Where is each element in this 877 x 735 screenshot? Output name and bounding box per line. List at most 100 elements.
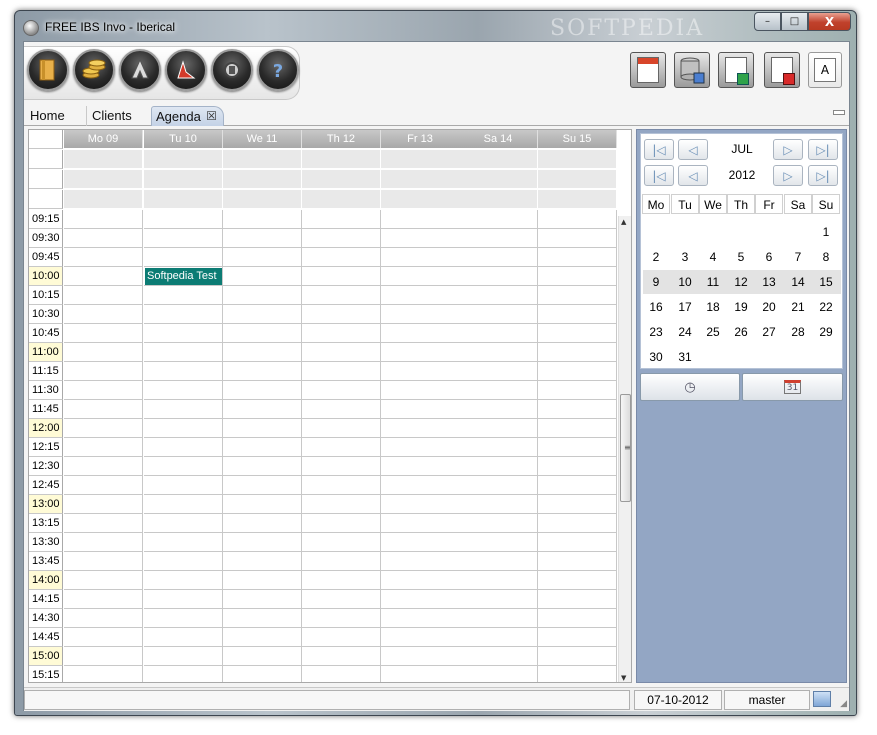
time-slot[interactable] xyxy=(381,533,460,552)
time-slot[interactable] xyxy=(144,343,223,362)
time-slot[interactable] xyxy=(302,229,381,248)
calendar-day[interactable]: 18 xyxy=(699,296,727,318)
time-slot[interactable] xyxy=(381,514,460,533)
time-slot[interactable] xyxy=(538,229,617,248)
time-slot[interactable] xyxy=(302,495,381,514)
text-button[interactable]: A xyxy=(808,52,842,88)
time-slot[interactable] xyxy=(64,666,143,682)
calendar-day[interactable]: 21 xyxy=(784,296,812,318)
calendar-day[interactable]: 22 xyxy=(812,296,840,318)
calendar-day[interactable]: 10 xyxy=(671,271,699,293)
day-header[interactable]: Fr 13 xyxy=(381,130,460,148)
calendar-day[interactable]: 28 xyxy=(784,321,812,343)
time-slot[interactable] xyxy=(381,267,460,286)
collapse-button[interactable] xyxy=(833,110,845,115)
time-slot[interactable] xyxy=(459,305,538,324)
time-slot[interactable] xyxy=(302,419,381,438)
time-slot[interactable] xyxy=(223,229,302,248)
allday-cell[interactable] xyxy=(302,170,381,189)
calendar-day[interactable]: 11 xyxy=(699,271,727,293)
time-slot[interactable] xyxy=(459,362,538,381)
database-save-button[interactable] xyxy=(674,52,710,88)
time-slot[interactable] xyxy=(302,381,381,400)
time-slot[interactable] xyxy=(381,457,460,476)
time-slot[interactable] xyxy=(64,533,143,552)
calendar-day[interactable]: 13 xyxy=(755,271,783,293)
allday-cell[interactable] xyxy=(381,190,460,209)
allday-cell[interactable] xyxy=(381,150,460,169)
allday-cell[interactable] xyxy=(64,190,143,209)
calendar-day[interactable]: 30 xyxy=(642,346,670,368)
time-slot[interactable] xyxy=(64,457,143,476)
time-slot[interactable] xyxy=(381,495,460,514)
maximize-button[interactable]: □ xyxy=(781,12,808,31)
minimize-button[interactable]: – xyxy=(754,12,781,31)
close-button[interactable]: X xyxy=(808,12,851,31)
time-slot[interactable] xyxy=(223,324,302,343)
time-slot[interactable] xyxy=(144,381,223,400)
allday-cell[interactable] xyxy=(302,150,381,169)
time-slot[interactable] xyxy=(64,609,143,628)
calendar-day[interactable]: 4 xyxy=(699,246,727,268)
calendar-day[interactable]: 7 xyxy=(784,246,812,268)
time-slot[interactable] xyxy=(144,514,223,533)
time-slot[interactable] xyxy=(302,286,381,305)
time-slot[interactable] xyxy=(538,590,617,609)
allday-cell[interactable] xyxy=(459,150,538,169)
day-header[interactable]: Mo 09 xyxy=(64,130,143,148)
time-slot[interactable] xyxy=(302,590,381,609)
time-slot[interactable] xyxy=(459,248,538,267)
allday-cell[interactable] xyxy=(223,170,302,189)
calendar-day[interactable]: 16 xyxy=(642,296,670,318)
time-slot[interactable] xyxy=(144,533,223,552)
allday-cell[interactable] xyxy=(64,150,143,169)
first-month-button[interactable]: |◁ xyxy=(644,139,674,160)
time-slot[interactable] xyxy=(64,324,143,343)
time-slot[interactable] xyxy=(223,533,302,552)
time-slot[interactable] xyxy=(144,324,223,343)
time-slot[interactable] xyxy=(459,571,538,590)
time-slot[interactable] xyxy=(64,438,143,457)
time-slot[interactable] xyxy=(302,514,381,533)
scroll-up-icon[interactable]: ▲ xyxy=(621,218,626,226)
time-slot[interactable] xyxy=(459,381,538,400)
time-slot[interactable] xyxy=(381,210,460,229)
time-slot[interactable] xyxy=(223,381,302,400)
allday-cell[interactable] xyxy=(459,190,538,209)
next-year-button[interactable]: ▷ xyxy=(773,165,803,186)
allday-cell[interactable] xyxy=(144,150,223,169)
time-slot[interactable] xyxy=(538,400,617,419)
time-slot[interactable] xyxy=(144,609,223,628)
time-slot[interactable] xyxy=(64,343,143,362)
time-slot[interactable] xyxy=(144,552,223,571)
allday-cell[interactable] xyxy=(459,170,538,189)
time-slot[interactable] xyxy=(381,343,460,362)
allday-cell[interactable] xyxy=(223,190,302,209)
time-slot[interactable] xyxy=(302,647,381,666)
time-slot[interactable] xyxy=(459,400,538,419)
time-slot[interactable] xyxy=(538,419,617,438)
time-slot[interactable] xyxy=(223,248,302,267)
time-slot[interactable] xyxy=(538,476,617,495)
time-slot[interactable] xyxy=(64,381,143,400)
time-slot[interactable] xyxy=(64,248,143,267)
time-slot[interactable] xyxy=(538,438,617,457)
time-slot[interactable] xyxy=(223,552,302,571)
tab-agenda[interactable]: Agenda ☒ xyxy=(151,106,224,126)
calendar-day[interactable]: 25 xyxy=(699,321,727,343)
time-slot[interactable] xyxy=(381,438,460,457)
calendar-day[interactable]: 2 xyxy=(642,246,670,268)
allday-cell[interactable] xyxy=(64,170,143,189)
time-slot[interactable] xyxy=(459,343,538,362)
time-slot[interactable] xyxy=(459,286,538,305)
allday-cell[interactable] xyxy=(538,190,617,209)
last-year-button[interactable]: ▷| xyxy=(808,165,838,186)
time-slot[interactable] xyxy=(223,210,302,229)
calendar-day[interactable]: 5 xyxy=(727,246,755,268)
tools-button[interactable] xyxy=(211,49,253,91)
time-slot[interactable] xyxy=(302,362,381,381)
time-slot[interactable] xyxy=(459,628,538,647)
time-slot[interactable] xyxy=(223,571,302,590)
time-slot[interactable] xyxy=(381,571,460,590)
day-header[interactable]: Sa 14 xyxy=(459,130,538,148)
